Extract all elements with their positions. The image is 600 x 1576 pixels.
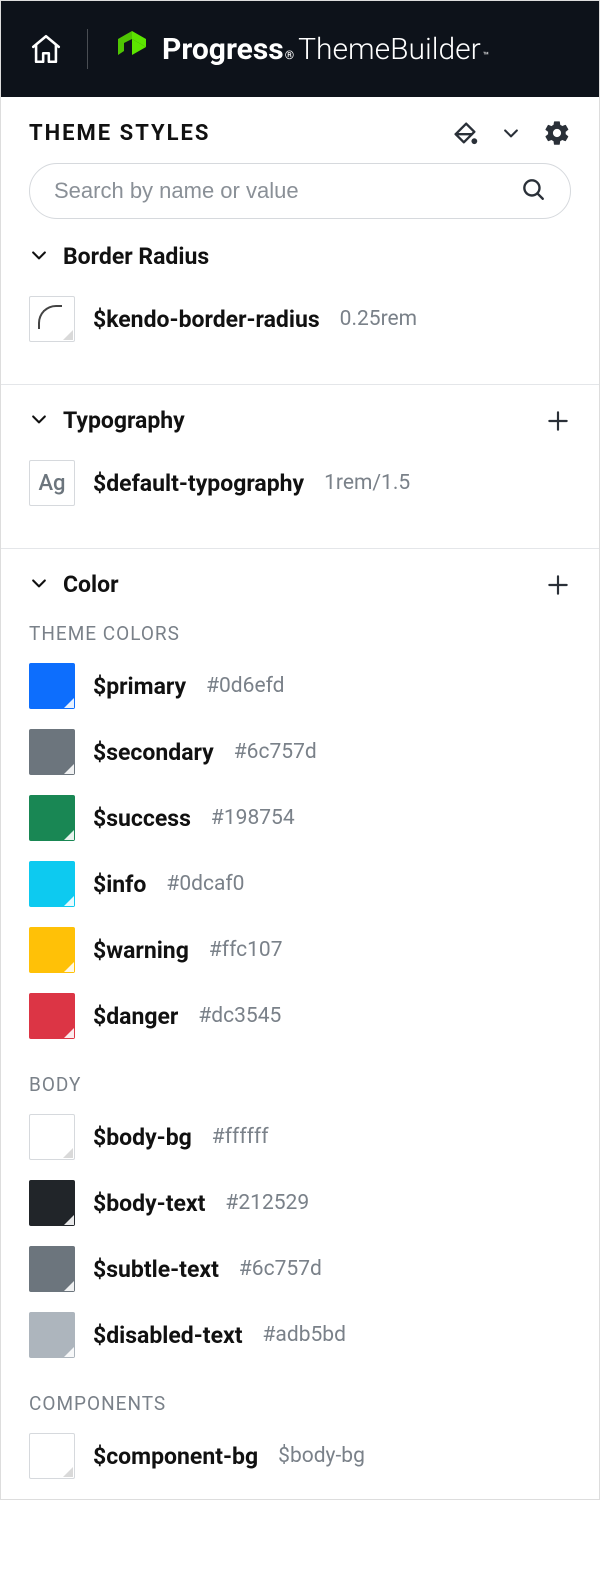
plus-icon[interactable] [545, 572, 571, 598]
color-swatch[interactable] [29, 1180, 75, 1226]
variable-value: $body-bg [278, 1444, 365, 1468]
color-swatch[interactable] [29, 1114, 75, 1160]
list-item[interactable]: $component-bg $body-bg [29, 1423, 571, 1489]
chevron-down-icon [29, 409, 49, 433]
search-field[interactable] [29, 163, 571, 219]
color-swatch[interactable] [29, 1433, 75, 1479]
variable-value: #0d6efd [206, 674, 284, 698]
list-item[interactable]: $secondary #6c757d [29, 719, 571, 785]
body-colors-list: $body-bg #ffffff $body-text #212529 $subtle-… [1, 1100, 599, 1378]
variable-value: #0dcaf0 [166, 872, 244, 896]
list-item[interactable]: $body-bg #ffffff [29, 1104, 571, 1170]
list-item[interactable]: $danger #dc3545 [29, 983, 571, 1049]
variable-name: $body-bg [93, 1124, 192, 1151]
search-input[interactable] [54, 178, 520, 204]
variable-value: #ffffff [212, 1125, 269, 1149]
color-swatch[interactable] [29, 1312, 75, 1358]
brand-word-themebuilder: ThemeBuilder [298, 32, 481, 67]
registered-mark: ® [285, 48, 294, 62]
chevron-down-icon[interactable] [501, 123, 521, 143]
typography-preview: Ag [29, 460, 75, 506]
brand: Progress® ThemeBuilder™ [112, 27, 489, 71]
list-item[interactable]: Ag $default-typography 1rem/1.5 [29, 450, 571, 516]
trademark: ™ [483, 51, 489, 62]
variable-value: #ffc107 [209, 938, 283, 962]
variable-value: #212529 [225, 1191, 309, 1215]
variable-value: 0.25rem [340, 307, 417, 331]
variable-value: #adb5bd [263, 1323, 346, 1347]
variable-name: $kendo-border-radius [93, 306, 320, 333]
variable-value: #6c757d [234, 740, 317, 764]
component-colors-list: $component-bg $body-bg [1, 1419, 599, 1499]
border-radius-preview [29, 296, 75, 342]
variable-name: $info [93, 871, 146, 898]
list-item[interactable]: $warning #ffc107 [29, 917, 571, 983]
variable-value: 1rem/1.5 [324, 471, 410, 495]
list-item[interactable]: $disabled-text #adb5bd [29, 1302, 571, 1368]
list-item[interactable]: $subtle-text #6c757d [29, 1236, 571, 1302]
border-radius-items: $kendo-border-radius 0.25rem [1, 280, 599, 368]
chevron-down-icon [29, 245, 49, 269]
color-swatch[interactable] [29, 729, 75, 775]
variable-name: $secondary [93, 739, 214, 766]
variable-value: #dc3545 [198, 1004, 281, 1028]
group-heading-components: COMPONENTS [1, 1378, 599, 1419]
search-icon[interactable] [520, 176, 546, 206]
variable-name: $danger [93, 1003, 178, 1030]
variable-name: $subtle-text [93, 1256, 219, 1283]
variable-name: $default-typography [93, 470, 304, 497]
gear-icon[interactable] [543, 119, 571, 147]
panel-header-actions [451, 119, 571, 147]
search-wrap [1, 163, 599, 233]
brand-word-progress: Progress [162, 32, 284, 67]
panel-title: THEME STYLES [29, 121, 210, 146]
topbar-divider [87, 29, 88, 69]
variable-name: $warning [93, 937, 189, 964]
color-swatch[interactable] [29, 663, 75, 709]
group-heading-body: BODY [1, 1059, 599, 1100]
variable-name: $component-bg [93, 1443, 258, 1470]
list-item[interactable]: $primary #0d6efd [29, 653, 571, 719]
chevron-down-icon [29, 573, 49, 597]
color-swatch[interactable] [29, 993, 75, 1039]
list-item[interactable]: $info #0dcaf0 [29, 851, 571, 917]
variable-name: $disabled-text [93, 1322, 243, 1349]
section-title: Typography [63, 407, 185, 434]
panel-header: THEME STYLES [1, 97, 599, 163]
fill-bucket-icon[interactable] [451, 119, 479, 147]
variable-name: $success [93, 805, 191, 832]
variable-name: $primary [93, 673, 186, 700]
list-item[interactable]: $success #198754 [29, 785, 571, 851]
variable-value: #198754 [211, 806, 295, 830]
variable-value: #6c757d [239, 1257, 322, 1281]
list-item[interactable]: $kendo-border-radius 0.25rem [29, 286, 571, 352]
section-title: Color [63, 571, 119, 598]
section-color[interactable]: Color [1, 548, 599, 608]
section-title: Border Radius [63, 243, 209, 270]
group-heading-theme-colors: THEME COLORS [1, 608, 599, 649]
color-swatch[interactable] [29, 927, 75, 973]
app-topbar: Progress® ThemeBuilder™ [1, 1, 599, 97]
typography-items: Ag $default-typography 1rem/1.5 [1, 444, 599, 532]
section-typography[interactable]: Typography [1, 384, 599, 444]
home-icon[interactable] [29, 32, 63, 66]
progress-logo-icon [112, 27, 152, 71]
color-swatch[interactable] [29, 1246, 75, 1292]
theme-colors-list: $primary #0d6efd $secondary #6c757d $success… [1, 649, 599, 1059]
plus-icon[interactable] [545, 408, 571, 434]
color-swatch[interactable] [29, 795, 75, 841]
list-item[interactable]: $body-text #212529 [29, 1170, 571, 1236]
variable-name: $body-text [93, 1190, 205, 1217]
color-swatch[interactable] [29, 861, 75, 907]
section-border-radius[interactable]: Border Radius [1, 233, 599, 280]
